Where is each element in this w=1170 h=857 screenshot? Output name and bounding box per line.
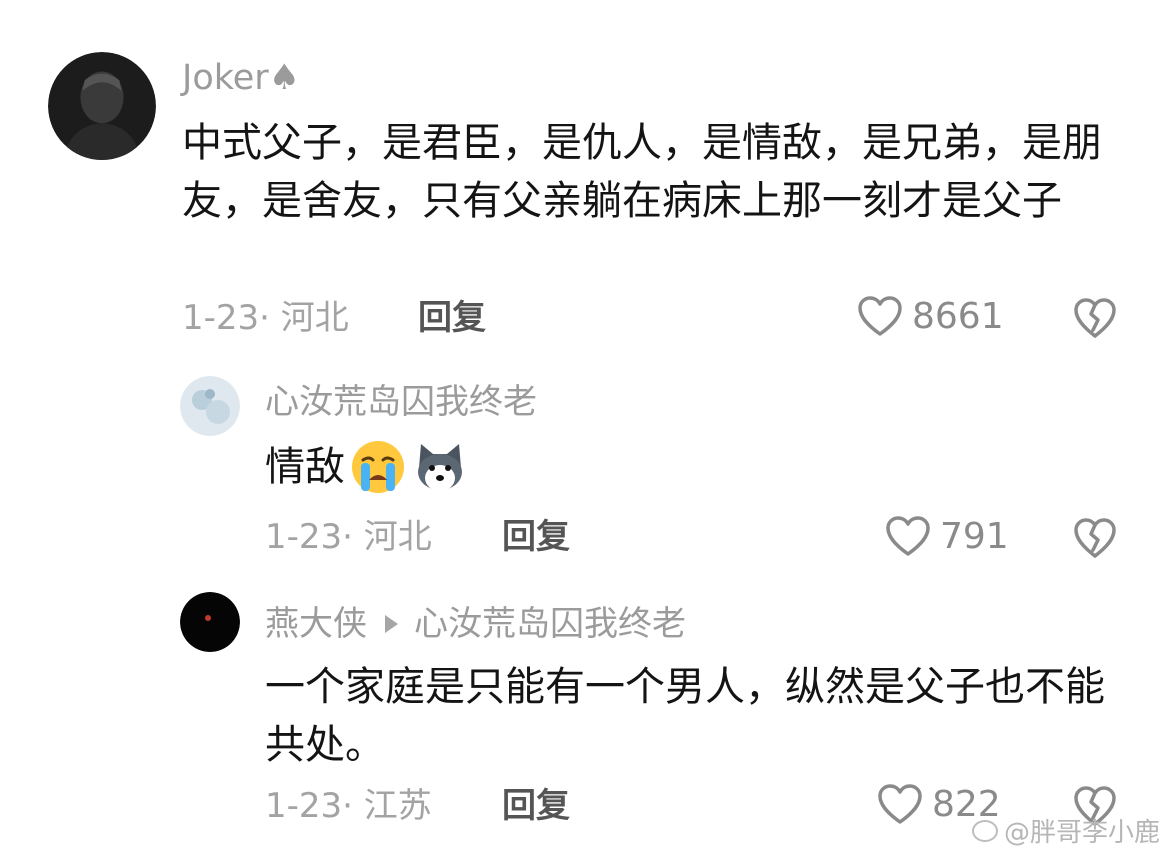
watermark-text: @胖哥李小鹿 bbox=[1003, 818, 1160, 848]
broken-heart-icon[interactable] bbox=[1072, 296, 1118, 340]
like-button[interactable]: 791 bbox=[884, 514, 1009, 558]
reply-username[interactable]: 心汝荒岛囚我终老 bbox=[265, 380, 537, 424]
heart-outline-icon bbox=[886, 516, 930, 556]
avatar[interactable] bbox=[48, 52, 156, 160]
heart-outline-icon bbox=[858, 296, 902, 336]
comment-username[interactable]: Joker♠ bbox=[182, 56, 300, 100]
avatar[interactable] bbox=[180, 376, 240, 436]
reply-button[interactable]: 回复 bbox=[502, 517, 570, 557]
reply-text: 一个家庭是只能有一个男人，纵然是父子也不能共处。 bbox=[265, 664, 1105, 768]
reply-button[interactable]: 回复 bbox=[502, 786, 570, 826]
broken-heart-icon[interactable] bbox=[1072, 516, 1118, 560]
reply-text: 情敌 bbox=[265, 444, 345, 490]
comment-text: 中式父子，是君臣，是仇人，是情敌，是兄弟，是朋友，是舍友，只有父亲躺在病床上那一… bbox=[182, 120, 1102, 224]
like-count: 8661 bbox=[912, 295, 1004, 337]
like-button[interactable]: 8661 bbox=[856, 294, 1004, 338]
reply-username-row: 燕大侠 心汝荒岛囚我终老 bbox=[265, 602, 686, 646]
reply-date-location: 1-23· 河北 bbox=[265, 517, 432, 557]
crying-face-icon bbox=[352, 441, 404, 493]
reply-username[interactable]: 燕大侠 bbox=[265, 602, 367, 646]
avatar[interactable] bbox=[180, 592, 240, 652]
comment-date-location: 1-23· 河北 bbox=[182, 298, 349, 338]
weibo-logo-icon bbox=[971, 819, 998, 842]
reply-arrow-icon bbox=[385, 615, 398, 633]
husky-dog-icon bbox=[418, 444, 462, 491]
like-count: 791 bbox=[940, 515, 1009, 557]
heart-outline-icon bbox=[878, 784, 922, 824]
reply-text-row: 情敌 bbox=[265, 438, 469, 496]
reply-date-location: 1-23· 江苏 bbox=[265, 786, 432, 826]
watermark: @胖哥李小鹿 bbox=[971, 812, 1160, 849]
reply-to-username[interactable]: 心汝荒岛囚我终老 bbox=[414, 602, 686, 646]
reply-button[interactable]: 回复 bbox=[418, 298, 486, 338]
